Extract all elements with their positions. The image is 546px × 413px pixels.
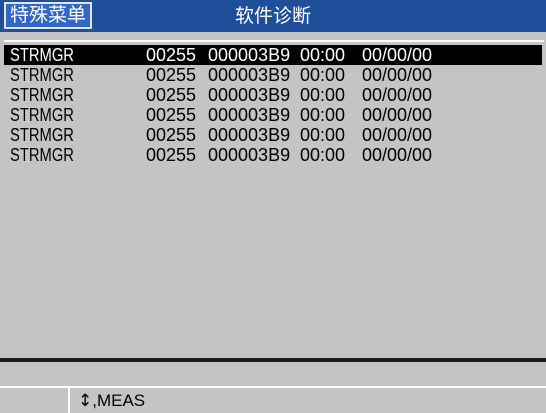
module-name: STRMGR — [10, 45, 74, 65]
module-name: STRMGR — [10, 145, 74, 165]
diagnostic-row[interactable]: STRMGR 00255 000003B9 00:00 00/00/00 — [4, 65, 542, 85]
screen: 特殊菜单 软件诊断 STRMGR 00255 000003B9 00:00 00/00/… — [0, 0, 546, 413]
error-count: 00255 — [146, 145, 197, 165]
error-date: 00/00/00 — [362, 85, 433, 105]
module-name: STRMGR — [10, 125, 74, 145]
key-hint-label: ,MEAS — [92, 391, 146, 410]
module-name: STRMGR — [10, 105, 74, 125]
error-time: 00:00 — [300, 105, 346, 125]
module-name: STRMGR — [10, 65, 74, 85]
error-address: 000003B9 — [208, 125, 291, 145]
module-name: STRMGR — [10, 85, 74, 105]
error-address: 000003B9 — [208, 45, 291, 65]
error-time: 00:00 — [300, 65, 346, 85]
updown-arrow-icon: ↕ — [78, 391, 93, 411]
status-bar — [0, 362, 546, 388]
footer-bar: ↕,MEAS — [0, 388, 546, 413]
error-count: 00255 — [146, 125, 197, 145]
diagnostic-row[interactable]: STRMGR 00255 000003B9 00:00 00/00/00 — [4, 85, 542, 105]
error-time: 00:00 — [300, 125, 346, 145]
error-date: 00/00/00 — [362, 125, 433, 145]
error-count: 00255 — [146, 105, 197, 125]
error-date: 00/00/00 — [362, 45, 433, 65]
error-date: 00/00/00 — [362, 105, 433, 125]
error-time: 00:00 — [300, 145, 346, 165]
error-address: 000003B9 — [208, 145, 291, 165]
diagnostics-list[interactable]: STRMGR 00255 000003B9 00:00 00/00/00 STRMGR 00… — [4, 40, 544, 358]
error-address: 000003B9 — [208, 105, 291, 125]
diagnostic-row[interactable]: STRMGR 00255 000003B9 00:00 00/00/00 — [4, 125, 542, 145]
key-hint: ↕,MEAS — [78, 390, 145, 412]
error-date: 00/00/00 — [362, 145, 433, 165]
error-time: 00:00 — [300, 85, 346, 105]
diagnostic-row[interactable]: STRMGR 00255 000003B9 00:00 00/00/00 — [4, 145, 542, 165]
error-count: 00255 — [146, 65, 197, 85]
error-address: 000003B9 — [208, 85, 291, 105]
diagnostic-row[interactable]: STRMGR 00255 000003B9 00:00 00/00/00 — [4, 105, 542, 125]
error-count: 00255 — [146, 45, 197, 65]
error-address: 000003B9 — [208, 65, 291, 85]
error-date: 00/00/00 — [362, 65, 433, 85]
error-time: 00:00 — [300, 45, 346, 65]
footer-left-cell — [0, 388, 70, 413]
diagnostic-row[interactable]: STRMGR 00255 000003B9 00:00 00/00/00 — [4, 45, 542, 65]
special-menu-tab[interactable]: 特殊菜单 — [4, 2, 93, 29]
error-count: 00255 — [146, 85, 197, 105]
title-bar: 特殊菜单 软件诊断 — [0, 0, 546, 32]
